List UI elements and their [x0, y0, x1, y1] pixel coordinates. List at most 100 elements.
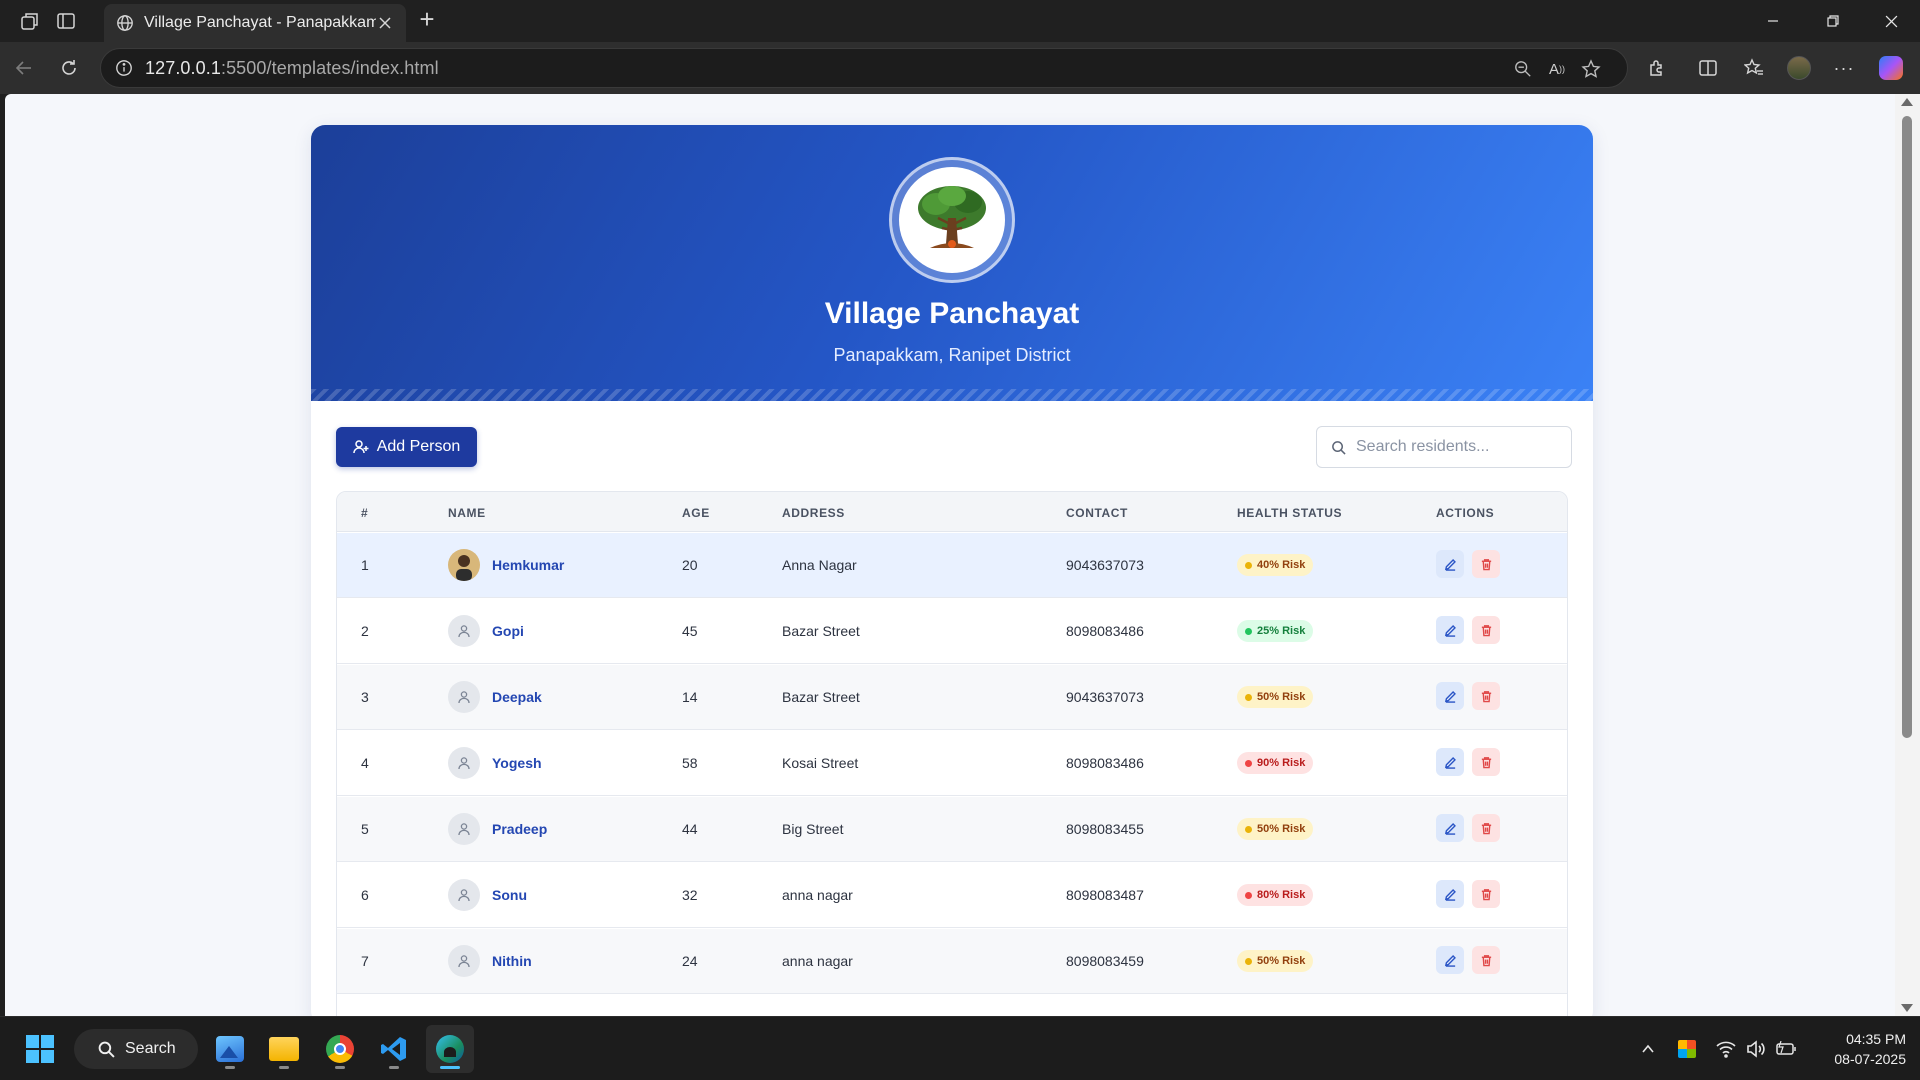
- volume-icon[interactable]: [1744, 1037, 1768, 1061]
- resident-name-link[interactable]: Sonu: [492, 887, 527, 903]
- favorites-icon[interactable]: [1740, 54, 1768, 82]
- system-clock[interactable]: 04:35 PM 08-07-2025: [1814, 1029, 1906, 1069]
- chrome-icon[interactable]: [316, 1025, 364, 1073]
- browser-titlebar: Village Panchayat - Panapakkam +: [0, 0, 1920, 42]
- taskbar-search[interactable]: Search: [74, 1029, 198, 1069]
- resident-name-link[interactable]: Gopi: [492, 623, 524, 639]
- resident-name-link[interactable]: Nithin: [492, 953, 532, 969]
- table-row[interactable]: 1 Hemkumar 20 Anna Nagar 9043637073 40% Risk: [337, 533, 1567, 598]
- scroll-thumb[interactable]: [1902, 116, 1912, 738]
- workspaces-icon[interactable]: [18, 9, 42, 33]
- edit-button[interactable]: [1436, 880, 1464, 908]
- edge-icon[interactable]: [426, 1025, 474, 1073]
- zoom-icon[interactable]: [1511, 57, 1535, 81]
- avatar: [448, 945, 480, 977]
- trash-icon: [1481, 624, 1491, 636]
- edit-button[interactable]: [1436, 814, 1464, 842]
- col-header-number: #: [361, 506, 369, 520]
- table-row[interactable]: 5 Pradeep 44 Big Street 8098083455 50% Risk: [337, 797, 1567, 862]
- copilot-icon[interactable]: [1877, 54, 1905, 82]
- scroll-down-arrow[interactable]: [1901, 1004, 1913, 1012]
- vertical-tabs-icon[interactable]: [54, 9, 78, 33]
- add-person-button[interactable]: Add Person: [336, 427, 477, 467]
- address-cell: Bazar Street: [782, 689, 860, 705]
- resident-name-link[interactable]: Pradeep: [492, 821, 547, 837]
- refresh-icon[interactable]: [55, 54, 83, 82]
- name-cell: Hemkumar: [448, 549, 564, 581]
- scroll-up-arrow[interactable]: [1901, 98, 1913, 106]
- browser-tab[interactable]: Village Panchayat - Panapakkam: [104, 4, 406, 42]
- user-icon: [458, 889, 470, 902]
- profile-avatar-icon[interactable]: [1785, 54, 1813, 82]
- delete-button[interactable]: [1472, 946, 1500, 974]
- restore-button[interactable]: [1804, 0, 1862, 42]
- delete-button[interactable]: [1472, 748, 1500, 776]
- favorite-star-icon[interactable]: [1579, 57, 1603, 81]
- resident-name-link[interactable]: Yogesh: [492, 755, 542, 771]
- name-cell: Nithin: [448, 945, 532, 977]
- site-info-icon[interactable]: [115, 59, 133, 77]
- status-dot: [1245, 759, 1252, 767]
- health-status-label: 50% Risk: [1257, 955, 1306, 967]
- new-tab-button[interactable]: +: [414, 6, 440, 34]
- close-window-button[interactable]: [1862, 0, 1920, 42]
- row-number: 3: [361, 689, 369, 705]
- tab-close-icon[interactable]: [376, 14, 394, 32]
- chevron-up-icon[interactable]: [1636, 1037, 1660, 1061]
- age-cell: 20: [682, 557, 698, 573]
- status-dot: [1245, 957, 1252, 965]
- pencil-icon: [1444, 690, 1456, 703]
- edit-button[interactable]: [1436, 616, 1464, 644]
- delete-button[interactable]: [1472, 616, 1500, 644]
- edit-button[interactable]: [1436, 946, 1464, 974]
- wifi-icon[interactable]: [1714, 1037, 1738, 1061]
- table-row[interactable]: 4 Yogesh 58 Kosai Street 8098083486 90% Risk: [337, 731, 1567, 796]
- table-row[interactable]: 2 Gopi 45 Bazar Street 8098083486 25% Risk: [337, 599, 1567, 664]
- page-scrollbar[interactable]: [1895, 94, 1920, 1016]
- battery-icon[interactable]: [1774, 1037, 1798, 1061]
- app-tray-icon[interactable]: [1675, 1037, 1699, 1061]
- address-cell: Anna Nagar: [782, 557, 857, 573]
- user-icon: [458, 823, 470, 836]
- delete-button[interactable]: [1472, 814, 1500, 842]
- table-row[interactable]: 7 Nithin 24 anna nagar 8098083459 50% Risk: [337, 929, 1567, 994]
- pencil-icon: [1444, 624, 1456, 637]
- header-banner: Village Panchayat Panapakkam, Ranipet Di…: [311, 125, 1593, 401]
- contact-cell: 8098083455: [1066, 821, 1144, 837]
- extensions-icon[interactable]: [1643, 54, 1671, 82]
- read-aloud-icon[interactable]: A)): [1545, 57, 1569, 81]
- windows-logo-icon: [26, 1035, 54, 1063]
- pencil-icon: [1444, 822, 1456, 835]
- pencil-icon: [1444, 558, 1456, 571]
- photos-app-icon[interactable]: [206, 1025, 254, 1073]
- status-dot: [1245, 891, 1252, 899]
- age-cell: 32: [682, 887, 698, 903]
- more-menu-icon[interactable]: ···: [1830, 54, 1858, 82]
- vscode-icon[interactable]: [370, 1025, 418, 1073]
- delete-button[interactable]: [1472, 880, 1500, 908]
- edit-button[interactable]: [1436, 550, 1464, 578]
- delete-button[interactable]: [1472, 682, 1500, 710]
- taskbar-search-label: Search: [125, 1040, 176, 1057]
- split-screen-icon[interactable]: [1694, 54, 1722, 82]
- url-text[interactable]: 127.0.0.1:5500/templates/index.html: [145, 58, 439, 79]
- search-box[interactable]: [1316, 426, 1572, 468]
- edit-button[interactable]: [1436, 748, 1464, 776]
- health-status-label: 50% Risk: [1257, 691, 1306, 703]
- search-input[interactable]: [1356, 438, 1556, 456]
- minimize-button[interactable]: [1744, 0, 1802, 42]
- table-row[interactable]: 6 Sonu 32 anna nagar 8098083487 80% Risk: [337, 863, 1567, 928]
- delete-button[interactable]: [1472, 550, 1500, 578]
- avatar: [448, 681, 480, 713]
- table-row[interactable]: 3 Deepak 14 Bazar Street 9043637073 50% Risk: [337, 665, 1567, 730]
- user-icon: [458, 955, 470, 968]
- edit-button[interactable]: [1436, 682, 1464, 710]
- file-explorer-icon[interactable]: [260, 1025, 308, 1073]
- trash-icon: [1481, 954, 1491, 966]
- start-button[interactable]: [16, 1025, 64, 1073]
- address-bar[interactable]: 127.0.0.1:5500/templates/index.html A)): [100, 48, 1628, 88]
- back-icon[interactable]: [10, 54, 38, 82]
- resident-name-link[interactable]: Hemkumar: [492, 557, 564, 573]
- resident-name-link[interactable]: Deepak: [492, 689, 542, 705]
- tree-logo-icon: [918, 186, 986, 248]
